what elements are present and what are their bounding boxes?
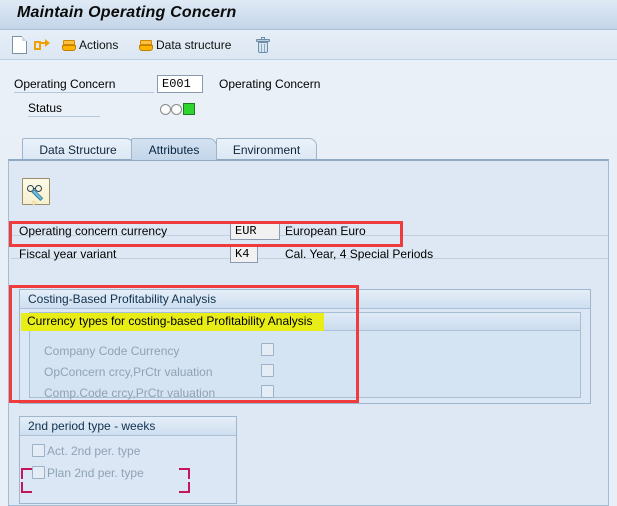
attributes-tab-panel: Operating concern currency European Euro…: [8, 159, 609, 506]
tab-environment[interactable]: Environment: [216, 138, 317, 160]
checkbox-act-2nd-per-type[interactable]: [32, 444, 45, 457]
tab-strip: Data Structure Attributes Environment: [0, 138, 617, 160]
operating-concern-currency-description: European Euro: [285, 224, 366, 238]
checkbox-opconcern-crcy-prctr[interactable]: [261, 364, 274, 377]
forward-arrow-icon: [34, 38, 50, 53]
tab-attributes-label: Attributes: [148, 142, 200, 157]
display-change-toggle-button[interactable]: [22, 178, 50, 206]
application-toolbar: Actions Data structure: [0, 31, 617, 60]
data-structure-scroll-icon: [139, 38, 154, 53]
fiscal-year-variant-input[interactable]: [230, 245, 258, 263]
costing-based-profitability-group: Costing-Based Profitability Analysis Com…: [19, 289, 591, 404]
status-badge: [160, 103, 195, 115]
data-structure-button[interactable]: Data structure: [139, 34, 231, 56]
checkbox-row-company-code-currency[interactable]: Company Code Currency: [44, 344, 179, 358]
actions-scroll-icon: [62, 38, 77, 53]
delete-button[interactable]: [256, 34, 270, 56]
page-title: Maintain Operating Concern: [17, 4, 237, 21]
checkbox-row-act-2nd-per-type[interactable]: Act. 2nd per. type: [32, 444, 140, 458]
fiscal-year-variant-label: Fiscal year variant: [19, 247, 117, 261]
second-period-type-group: 2nd period type - weeks Act. 2nd per. ty…: [19, 416, 237, 504]
checkbox-plan-2nd-per-type[interactable]: [32, 466, 45, 479]
operating-concern-currency-input[interactable]: [230, 222, 280, 240]
checkbox-row-compcode-crcy-prctr[interactable]: Comp.Code crcy,PrCtr valuation: [44, 386, 215, 400]
status-label: Status: [28, 101, 100, 117]
status-light-2-icon: [171, 103, 182, 115]
status-light-1-icon: [160, 103, 171, 115]
new-document-icon: [12, 36, 27, 54]
checkbox-row-opconcern-crcy-prctr[interactable]: OpConcern crcy,PrCtr valuation: [44, 365, 213, 379]
fiscal-year-variant-description: Cal. Year, 4 Special Periods: [285, 247, 434, 261]
tab-data-structure-label: Data Structure: [39, 142, 117, 157]
actions-button-label: Actions: [79, 38, 119, 52]
operating-concern-header: Operating Concern Operating Concern Stat…: [0, 60, 617, 135]
status-light-3-green-icon: [183, 103, 195, 115]
actions-button[interactable]: Actions: [62, 34, 118, 56]
tab-attributes[interactable]: Attributes: [131, 138, 217, 160]
checkbox-compcode-crcy-prctr[interactable]: [261, 385, 274, 398]
checkbox-label-compcode-crcy-prctr: Comp.Code crcy,PrCtr valuation: [44, 386, 216, 400]
checkbox-row-plan-2nd-per-type[interactable]: Plan 2nd per. type: [32, 466, 144, 480]
currency-types-highlighted-title: Currency types for costing-based Profita…: [21, 313, 324, 331]
operating-concern-description: Operating Concern: [219, 77, 321, 91]
forward-button[interactable]: [34, 34, 50, 56]
checkbox-label-opconcern-crcy-prctr: OpConcern crcy,PrCtr valuation: [44, 365, 213, 379]
pencil-icon: [29, 188, 47, 206]
window-title-bar: Maintain Operating Concern: [0, 0, 617, 30]
checkbox-company-code-currency[interactable]: [261, 343, 274, 356]
tab-data-structure[interactable]: Data Structure: [22, 138, 134, 160]
delete-trash-icon: [256, 37, 270, 53]
checkbox-label-company-code-currency: Company Code Currency: [44, 344, 180, 358]
data-structure-button-label: Data structure: [156, 38, 232, 52]
operating-concern-currency-label: Operating concern currency: [19, 224, 168, 238]
new-document-button[interactable]: [12, 34, 27, 56]
operating-concern-input[interactable]: [157, 75, 203, 93]
operating-concern-label: Operating Concern: [14, 77, 154, 93]
second-period-type-title: 2nd period type - weeks: [20, 417, 236, 436]
costing-group-title: Costing-Based Profitability Analysis: [20, 290, 590, 309]
tab-environment-label: Environment: [232, 142, 301, 157]
checkbox-label-act-2nd-per-type: Act. 2nd per. type: [47, 444, 141, 458]
checkbox-label-plan-2nd-per-type: Plan 2nd per. type: [47, 466, 144, 480]
